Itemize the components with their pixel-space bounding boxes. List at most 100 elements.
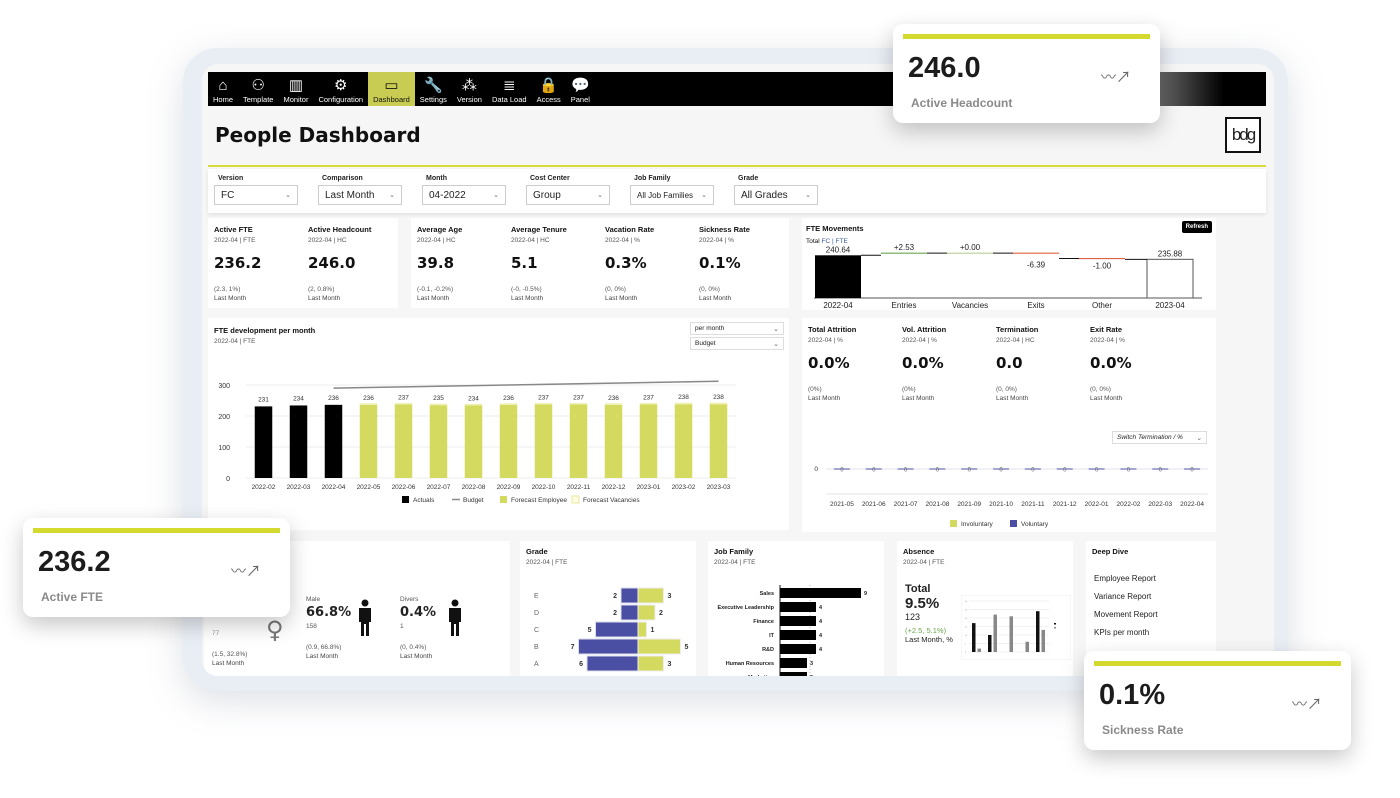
waterfall-category-label: Entries	[892, 301, 917, 310]
legend-swatch	[1054, 623, 1056, 625]
bar-value-label: 235	[433, 395, 444, 402]
x-tick-label: 2021-10	[989, 501, 1013, 508]
kpi-delta: (-0, -0.5%)	[511, 286, 542, 293]
vacancies-bar	[394, 403, 413, 405]
job-family-card: Job Family 2022-04 | FTE Sales 9 Executive…	[708, 541, 884, 676]
nav-item-version[interactable]: ⁂ Version	[452, 72, 487, 106]
filter-dropdown[interactable]: FC ⌄	[214, 185, 298, 205]
female-person-icon: ♀	[266, 616, 284, 644]
grade-bar-right	[637, 604, 656, 621]
bar-value-label: 236	[328, 395, 339, 402]
forecast-bar	[639, 404, 658, 478]
filter-bar: Version FC ⌄ Comparison Last Month ⌄ Month 04-2…	[208, 169, 1266, 213]
grade-bar-right	[637, 638, 681, 655]
filter-dropdown[interactable]: Last Month ⌄	[318, 185, 402, 205]
floating-label: Active Headcount	[911, 96, 1013, 110]
chat-panel-icon: 💬	[571, 77, 590, 94]
grade-value-right: 5	[685, 644, 689, 651]
nav-item-configuration[interactable]: ⚙ Configuration	[313, 72, 368, 106]
grade-bar-right	[637, 621, 647, 638]
x-tick-label: 2022-04	[322, 484, 346, 491]
kpi-cmp: Last Month	[417, 295, 450, 302]
absence-total: Total 9.5% 123 (+2.5, 5.1%) Last Month, …	[905, 583, 953, 644]
male-compare: Last Month	[306, 653, 339, 660]
legend-label: Forecast Employee	[511, 497, 567, 504]
wrench-icon: 🔧	[424, 77, 443, 94]
deep-dive-link[interactable]: KPIs per month	[1094, 628, 1158, 637]
nav-item-access[interactable]: 🔒 Access	[532, 72, 566, 106]
grade-value-right: 1	[651, 627, 655, 634]
kpi-title: Average Age	[417, 225, 463, 234]
bar-value-label: 238	[678, 394, 689, 401]
grade-value-left: 7	[571, 644, 575, 651]
filter-job-family: Job Family All Job Families ⌄	[630, 175, 734, 213]
waterfall-value-label: 240.64	[826, 245, 851, 254]
filter-dropdown[interactable]: All Job Families ⌄	[630, 185, 714, 205]
gender-divers: Divers 0.4% 1 (0, 0.4%) Last Month	[400, 593, 436, 660]
x-tick-label: 2023-01	[637, 484, 661, 491]
grade-bar-left	[620, 587, 639, 604]
male-label: Male	[306, 596, 321, 603]
job-family-value: 3	[810, 661, 813, 667]
waterfall-chart: 240.64 2022-04 +2.53 Entries +0.00 Vacancies -…	[814, 243, 1202, 310]
grade-chart: E 2 3 D 2 2 C 5 1 B 7 5 A 6 3	[534, 587, 689, 672]
waterfall-value-label: +0.00	[960, 243, 981, 252]
nav-item-label: Data Load	[491, 95, 527, 104]
nav-item-panel[interactable]: 💬 Panel	[566, 72, 595, 106]
legend-swatch	[1010, 520, 1017, 527]
waterfall-value-label: -1.00	[1093, 261, 1112, 270]
forecast-bar	[464, 405, 483, 478]
job-family-bar	[780, 630, 816, 640]
waterfall-category-label: Other	[1092, 301, 1112, 310]
divers-label: Divers	[400, 596, 419, 603]
y-tick-label: 300	[218, 383, 230, 390]
kpi-active-fte: Active FTE 2022-04 | FTE 236.2 (2.3, 1%) Las…	[208, 218, 302, 302]
point-value-label: 0	[1190, 468, 1194, 474]
nav-item-home[interactable]: ⌂ Home	[208, 72, 238, 106]
job-family-bar	[780, 602, 816, 612]
job-family-bar	[780, 644, 816, 654]
filter-dropdown[interactable]: All Grades ⌄	[734, 185, 818, 205]
nav-item-monitor[interactable]: ▥ Monitor	[278, 72, 313, 106]
kpi-value: 39.8	[417, 254, 455, 272]
home-icon: ⌂	[218, 77, 228, 94]
nav-item-template[interactable]: ⚇ Template	[238, 72, 278, 106]
legend-swatch	[402, 496, 409, 503]
trend-up-icon: 〰↗	[231, 563, 262, 580]
filter-dropdown[interactable]: 04-2022 ⌄	[422, 185, 506, 205]
vacancies-bar	[534, 403, 553, 405]
nav-item-data-load[interactable]: ≣ Data Load	[487, 72, 532, 106]
nav-item-dashboard[interactable]: ▭ Dashboard	[368, 72, 415, 106]
kpi-title: Sickness Rate	[699, 225, 750, 234]
vacancies-bar	[429, 403, 448, 406]
kpi-cmp: Last Month	[605, 295, 638, 302]
nav-item-settings[interactable]: 🔧 Settings	[415, 72, 452, 106]
legend-label: Voluntary	[1021, 521, 1049, 528]
filter-dropdown[interactable]: Group ⌄	[526, 185, 610, 205]
absence-bar-b	[1009, 616, 1013, 652]
deep-dive-link[interactable]: Movement Report	[1094, 610, 1158, 619]
absence-total-label: Total	[905, 583, 931, 595]
bar-value-label: 237	[398, 395, 409, 402]
kpi-value: 0.3%	[605, 254, 647, 272]
filter-cost-center: Cost Center Group ⌄	[526, 175, 630, 213]
grade-bar-left	[595, 621, 639, 638]
deep-dive-link[interactable]: Variance Report	[1094, 592, 1158, 601]
deep-dive-link[interactable]: Employee Report	[1094, 574, 1158, 583]
divers-compare: Last Month	[400, 653, 433, 660]
forecast-bar	[359, 404, 378, 478]
vacancies-bar	[464, 403, 483, 406]
grade-label: A	[534, 661, 539, 668]
kpi-sub: 2022-04 | HC	[511, 237, 550, 244]
kpi-sub: 2022-04 | FTE	[214, 237, 256, 244]
presentation-icon: ▭	[384, 77, 399, 94]
divers-person-icon	[449, 599, 461, 636]
x-tick-label: 2022-03	[287, 484, 311, 491]
x-tick-label: 2021-06	[862, 501, 886, 508]
filter-label: Cost Center	[530, 175, 570, 182]
kpi-active-headcount: Active Headcount 2022-04 | HC 246.0 (2, 0.8…	[302, 218, 396, 302]
kpi-value: 246.0	[308, 254, 356, 272]
forecast-bar	[569, 404, 588, 478]
title-divider	[208, 165, 1266, 167]
actuals-bar	[254, 406, 273, 478]
